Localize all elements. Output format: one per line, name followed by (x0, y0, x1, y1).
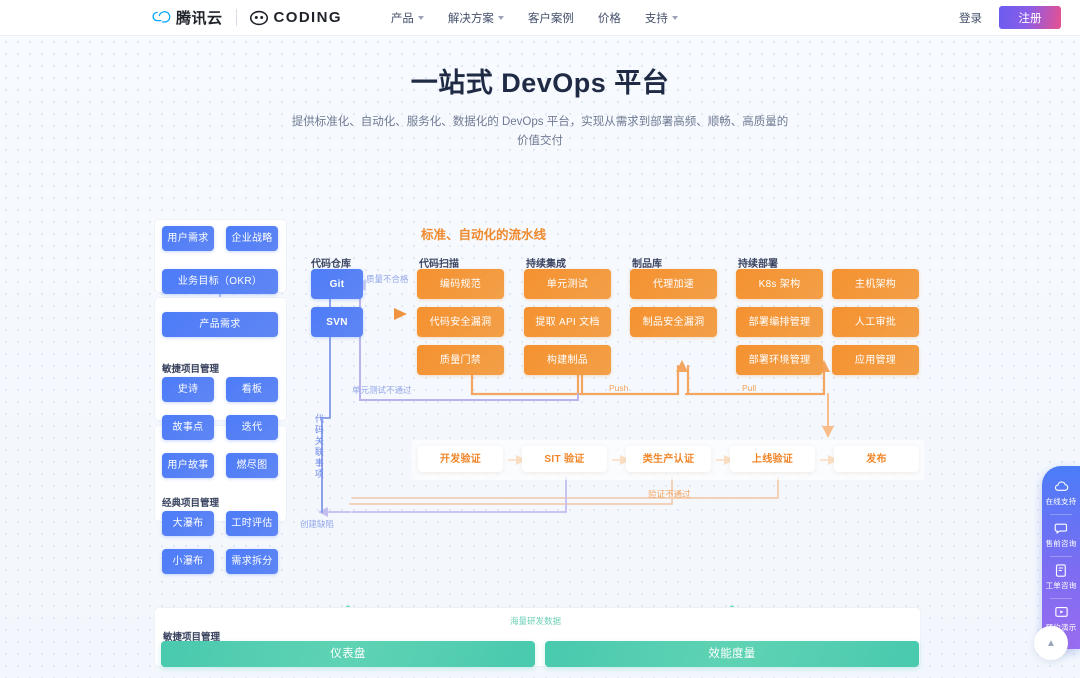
nav-item-label: 价格 (597, 12, 621, 25)
chat-bubble-icon (1054, 523, 1067, 534)
label-push: Push (609, 383, 629, 393)
page-subtitle: 提供标准化、自动化、服务化、数据化的 DevOps 平台，实现从需求到部署高频、… (291, 116, 789, 147)
floating-support-sidebar: 在线支持 售前咨询 工单咨询 预约演示 (1042, 466, 1080, 649)
play-screen-icon (1054, 606, 1068, 617)
nav-right-group: 登录 注册 (959, 6, 1061, 29)
floatbar-item-online-support[interactable]: 在线支持 (1042, 475, 1080, 512)
devops-pipeline-diagram: 用户需求 企业战略 业务目标（OKR） 产品需求 敏捷项目管理 史诗 看板 故事… (0, 168, 1080, 678)
login-link[interactable]: 登录 (959, 10, 982, 26)
nav-item-support[interactable]: 支持 (645, 10, 678, 26)
chevron-down-icon (671, 15, 678, 20)
chip-kanban[interactable]: 看板 (226, 377, 278, 402)
chip-k8s-architecture[interactable]: K8s 架构 (736, 269, 823, 299)
register-button[interactable]: 注册 (999, 6, 1061, 29)
coding-text: CODING (273, 9, 342, 26)
nav-item-products[interactable]: 产品 (391, 10, 424, 26)
nav-item-label: 解决方案 (447, 12, 494, 25)
floatbar-item-label: 售前咨询 (1045, 539, 1077, 548)
chip-code-security-vuln[interactable]: 代码安全漏洞 (417, 307, 504, 337)
agile-heading: 敏捷项目管理 (162, 364, 220, 375)
floatbar-divider (1050, 598, 1072, 599)
nav-item-label: 客户案例 (527, 12, 574, 25)
column-heading-code-repo: 代码仓库 (311, 259, 351, 270)
chip-deploy-orchestration[interactable]: 部署编排管理 (736, 307, 823, 337)
chip-epic[interactable]: 史诗 (162, 377, 214, 402)
chip-product-requirement[interactable]: 产品需求 (162, 312, 278, 337)
chip-efficiency-metrics[interactable]: 效能度量 (545, 641, 919, 667)
floatbar-item-ticket[interactable]: 工单咨询 (1042, 559, 1080, 596)
chip-dashboard[interactable]: 仪表盘 (161, 641, 535, 667)
hero-section: 一站式 DevOps 平台 提供标准化、自动化、服务化、数据化的 DevOps … (0, 36, 1080, 151)
chip-online-validation[interactable]: 上线验证 (730, 446, 815, 472)
floatbar-divider (1050, 514, 1072, 515)
coding-logo[interactable]: CODING (249, 9, 342, 27)
brand-divider (235, 9, 237, 26)
tencent-cloud-text: 腾讯云 (176, 10, 223, 27)
chip-burndown-chart[interactable]: 燃尽图 (226, 453, 278, 478)
chip-proxy-acceleration[interactable]: 代理加速 (630, 269, 717, 299)
chip-user-requirement[interactable]: 用户需求 (162, 226, 214, 251)
nav-item-label: 产品 (390, 12, 414, 25)
chip-coding-standard[interactable]: 编码规范 (417, 269, 504, 299)
chip-big-waterfall[interactable]: 大瀑布 (162, 511, 214, 536)
label-unit-test-fail: 单元测试不通过 (352, 385, 412, 395)
chip-requirement-split[interactable]: 需求拆分 (226, 549, 278, 574)
chip-deploy-env-management[interactable]: 部署环境管理 (736, 345, 823, 375)
label-code-link-items: 代码关联事项 (313, 414, 324, 480)
page-title: 一站式 DevOps 平台 (410, 68, 670, 98)
chip-git[interactable]: Git (311, 269, 363, 299)
chip-sit-validation[interactable]: SIT 验证 (522, 446, 607, 472)
pipeline-heading: 标准、自动化的流水线 (421, 228, 547, 242)
label-validation-fail: 验证不通过 (648, 489, 691, 499)
chip-host-architecture[interactable]: 主机架构 (832, 269, 919, 299)
tencent-cloud-icon (152, 11, 171, 23)
chip-user-story[interactable]: 用户故事 (162, 453, 214, 478)
brand-group: 腾讯云 CODING (152, 7, 342, 28)
chip-unit-test[interactable]: 单元测试 (524, 269, 611, 299)
column-heading-ci: 持续集成 (526, 259, 566, 270)
nav-item-label: 支持 (644, 12, 668, 25)
floatbar-item-label: 工单咨询 (1045, 581, 1077, 590)
floatbar-item-label: 在线支持 (1045, 497, 1077, 506)
nav-item-pricing[interactable]: 价格 (598, 10, 621, 26)
chip-business-okr[interactable]: 业务目标（OKR） (162, 269, 278, 294)
primary-nav-menu: 产品 解决方案 客户案例 价格 支持 (391, 10, 678, 26)
column-heading-artifact: 制品库 (632, 259, 662, 270)
page-body: 一站式 DevOps 平台 提供标准化、自动化、服务化、数据化的 DevOps … (0, 36, 1080, 678)
chip-small-waterfall[interactable]: 小瀑布 (162, 549, 214, 574)
ticket-form-icon (1055, 564, 1066, 577)
chevron-down-icon (497, 15, 504, 20)
chip-svn[interactable]: SVN (311, 307, 363, 337)
column-heading-code-scan: 代码扫描 (419, 259, 459, 270)
chip-build-artifact[interactable]: 构建制品 (524, 345, 611, 375)
label-create-defect: 创建缺陷 (300, 519, 335, 529)
chip-manual-approval[interactable]: 人工审批 (832, 307, 919, 337)
cloud-support-icon (1054, 481, 1068, 491)
chip-release[interactable]: 发布 (834, 446, 919, 472)
classic-heading: 经典项目管理 (162, 498, 220, 509)
chip-story-point[interactable]: 故事点 (162, 415, 214, 440)
column-heading-cd: 持续部署 (738, 259, 778, 270)
floatbar-divider (1050, 556, 1072, 557)
chip-artifact-security-vuln[interactable]: 制品安全漏洞 (630, 307, 717, 337)
chevron-down-icon (417, 15, 424, 20)
chip-hour-estimate[interactable]: 工时评估 (226, 511, 278, 536)
chip-iteration[interactable]: 迭代 (226, 415, 278, 440)
top-navigation-bar: 腾讯云 CODING 产品 解决方案 客户案例 价格 支持 登录 注册 (0, 0, 1080, 36)
nav-item-customer-cases[interactable]: 客户案例 (528, 10, 574, 26)
chip-extract-api-doc[interactable]: 提取 API 文档 (524, 307, 611, 337)
nav-item-solutions[interactable]: 解决方案 (448, 10, 504, 26)
chip-dev-validation[interactable]: 开发验证 (418, 446, 503, 472)
chip-quality-gate[interactable]: 质量门禁 (417, 345, 504, 375)
chip-application-management[interactable]: 应用管理 (832, 345, 919, 375)
label-massive-rnd-data: 海量研发数据 (510, 616, 562, 626)
label-quality-fail: 质量不合格 (366, 274, 409, 284)
coding-mascot-icon (249, 10, 268, 25)
chip-pre-production-certification[interactable]: 类生产认证 (626, 446, 711, 472)
label-pull: Pull (742, 383, 757, 393)
scroll-to-top-button[interactable]: ▲ (1034, 626, 1068, 660)
floatbar-item-presales[interactable]: 售前咨询 (1042, 517, 1080, 554)
chip-enterprise-strategy[interactable]: 企业战略 (226, 226, 278, 251)
tencent-cloud-logo[interactable]: 腾讯云 (152, 7, 223, 28)
